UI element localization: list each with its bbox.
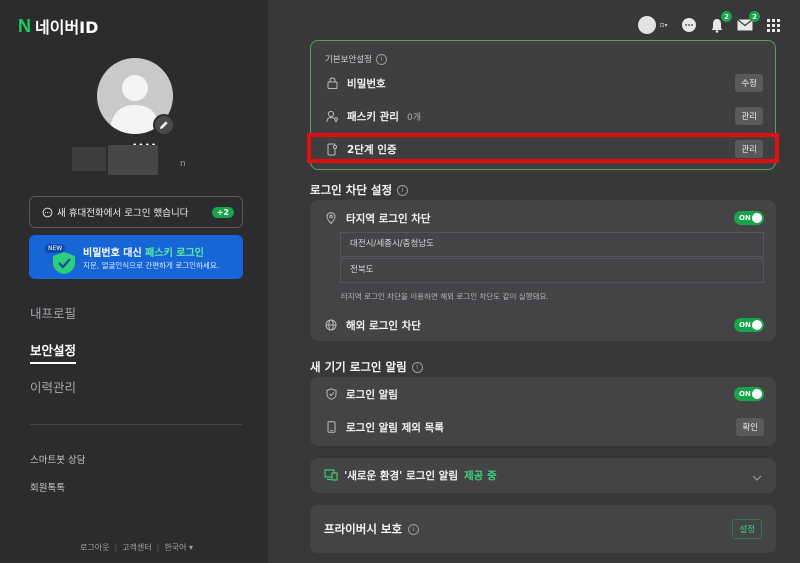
basic-security-label: 기본보안설정 i xyxy=(325,53,387,65)
language-select[interactable]: 한국어 ▾ xyxy=(164,542,193,553)
chat-bubble-icon xyxy=(42,207,53,217)
info-icon[interactable]: i xyxy=(397,184,409,196)
sidebar-sub-nav: 스마트봇 상담 회원톡톡 xyxy=(30,452,85,508)
help-center-link[interactable]: 고객센터 xyxy=(122,542,151,553)
account-menu[interactable]: ⊡▾ xyxy=(636,16,670,34)
passkey-count: 0개 xyxy=(406,112,421,123)
talk-button[interactable] xyxy=(680,16,698,34)
mail-button[interactable]: 2 xyxy=(736,11,760,34)
sidebar-item-smartbot[interactable]: 스마트봇 상담 xyxy=(30,452,85,480)
password-row: 비밀번호 수정 xyxy=(311,67,775,99)
avatar-edit-button[interactable] xyxy=(153,114,175,136)
info-icon[interactable]: i xyxy=(411,361,423,373)
grid-icon xyxy=(766,18,780,32)
passkey-label: 패스키 관리 xyxy=(347,110,399,123)
footer-separator: | xyxy=(156,543,160,552)
user-name: •••• n xyxy=(72,141,186,175)
logout-link[interactable]: 로그아웃 xyxy=(80,542,109,553)
new-env-label: '새로운 환경' 로그인 알림 xyxy=(344,470,458,482)
caret-down-icon: ▾ xyxy=(188,543,193,552)
new-login-notice[interactable]: 새 휴대전화에서 로그인 했습니다 +2 xyxy=(29,196,243,228)
naver-logo-mark: N xyxy=(18,15,31,36)
naver-id-logo[interactable]: N 네이버ID xyxy=(18,14,98,38)
passkey-row: 패스키 관리 0개 관리 xyxy=(311,100,775,132)
info-icon[interactable]: i xyxy=(375,53,387,65)
new-device-card: 로그인 알림 ON 로그인 알림 제외 목록 확인 xyxy=(310,377,776,446)
sidebar-divider xyxy=(30,424,242,425)
name-redacted-2 xyxy=(108,145,158,175)
shield-check-icon xyxy=(53,252,75,274)
notice-count-badge: +2 xyxy=(211,206,234,218)
exclude-list-label: 로그인 알림 제외 목록 xyxy=(346,421,444,434)
login-alert-toggle[interactable]: ON xyxy=(734,387,764,401)
avatar[interactable] xyxy=(97,58,175,136)
new-device-title: 새 기기 로그인 알림 i xyxy=(310,359,423,375)
two-step-highlight-box xyxy=(307,133,779,163)
region-block-note: 타지역 로그인 차단을 이용하면 해외 로그인 차단도 같이 실행돼요. xyxy=(341,292,549,301)
chevron-down-icon[interactable] xyxy=(752,466,762,485)
overseas-block-label: 해외 로그인 차단 xyxy=(346,319,421,332)
password-label: 비밀번호 xyxy=(347,77,386,90)
passkey-banner[interactable]: NEW 비밀번호 대신 패스키 로그인 지문, 얼굴인식으로 간편하게 로그인하… xyxy=(29,235,243,279)
chat-icon xyxy=(682,18,696,32)
privacy-label: 프라이버시 보호 xyxy=(324,522,403,536)
mail-count: 2 xyxy=(749,11,760,22)
mini-avatar xyxy=(638,16,657,34)
region-item[interactable]: 대전시/세종시/충청남도 xyxy=(340,232,764,257)
sidebar-item-history[interactable]: 이력관리 xyxy=(30,379,76,416)
sidebar: N 네이버ID •••• n 새 휴대전화에서 로그인 했습니다 +2 NEW xyxy=(0,0,268,563)
privacy-card: 프라이버시 보호 i 설정 xyxy=(310,505,776,553)
notification-button[interactable]: 2 xyxy=(708,11,732,34)
logo-title: 네이버ID xyxy=(35,18,99,37)
name-redacted-1 xyxy=(72,147,106,171)
pencil-icon xyxy=(160,121,168,129)
region-block-label: 타지역 로그인 차단 xyxy=(346,212,431,225)
sidebar-item-my-profile[interactable]: 내프로필 xyxy=(30,305,76,342)
new-env-alert-card[interactable]: '새로운 환경' 로그인 알림 제공 중 xyxy=(310,458,776,493)
passkey-banner-title: 비밀번호 대신 패스키 로그인 xyxy=(83,248,204,259)
globe-icon xyxy=(324,319,338,331)
lock-icon xyxy=(325,77,339,89)
sidebar-footer: 로그아웃 | 고객센터 | 한국어 ▾ xyxy=(80,542,193,553)
login-block-title: 로그인 차단 설정 i xyxy=(310,182,409,198)
sidebar-item-security-settings[interactable]: 보안설정 xyxy=(30,342,77,379)
region-block-toggle[interactable]: ON xyxy=(734,211,764,225)
passkey-manage-button[interactable]: 관리 xyxy=(735,107,763,125)
passkey-banner-subtitle: 지문, 얼굴인식으로 간편하게 로그인하세요. xyxy=(83,261,220,270)
account-menu-icon: ⊡▾ xyxy=(659,21,668,29)
shield-bell-icon xyxy=(324,388,338,400)
new-env-status: 제공 중 xyxy=(464,470,497,482)
overseas-block-row: 해외 로그인 차단 ON xyxy=(310,309,776,341)
header-icons: ⊡▾ 2 2 xyxy=(636,11,782,34)
exclude-list-row: 로그인 알림 제외 목록 확인 xyxy=(310,411,776,443)
devices-icon xyxy=(324,466,338,485)
info-icon[interactable]: i xyxy=(408,523,420,535)
name-suffix: n xyxy=(180,159,186,169)
login-alert-label: 로그인 알림 xyxy=(346,388,398,401)
apps-menu-button[interactable] xyxy=(764,16,782,34)
exclude-list-button[interactable]: 확인 xyxy=(736,418,764,436)
password-edit-button[interactable]: 수정 xyxy=(735,74,763,92)
region-item[interactable]: 전북도 xyxy=(340,258,764,283)
passkey-user-icon xyxy=(325,110,339,123)
footer-separator: | xyxy=(114,543,118,552)
sidebar-item-talktalk[interactable]: 회원톡톡 xyxy=(30,480,85,508)
notice-text: 새 휴대전화에서 로그인 했습니다 xyxy=(57,208,189,219)
login-alert-row: 로그인 알림 ON xyxy=(310,378,776,410)
notification-count: 2 xyxy=(721,11,732,22)
privacy-settings-button[interactable]: 설정 xyxy=(732,519,762,539)
region-block-row: 타지역 로그인 차단 ON xyxy=(310,202,776,234)
sidebar-nav: 내프로필 보안설정 이력관리 xyxy=(30,305,77,416)
overseas-block-toggle[interactable]: ON xyxy=(734,318,764,332)
phone-icon xyxy=(324,421,338,433)
location-pin-icon xyxy=(324,212,338,224)
